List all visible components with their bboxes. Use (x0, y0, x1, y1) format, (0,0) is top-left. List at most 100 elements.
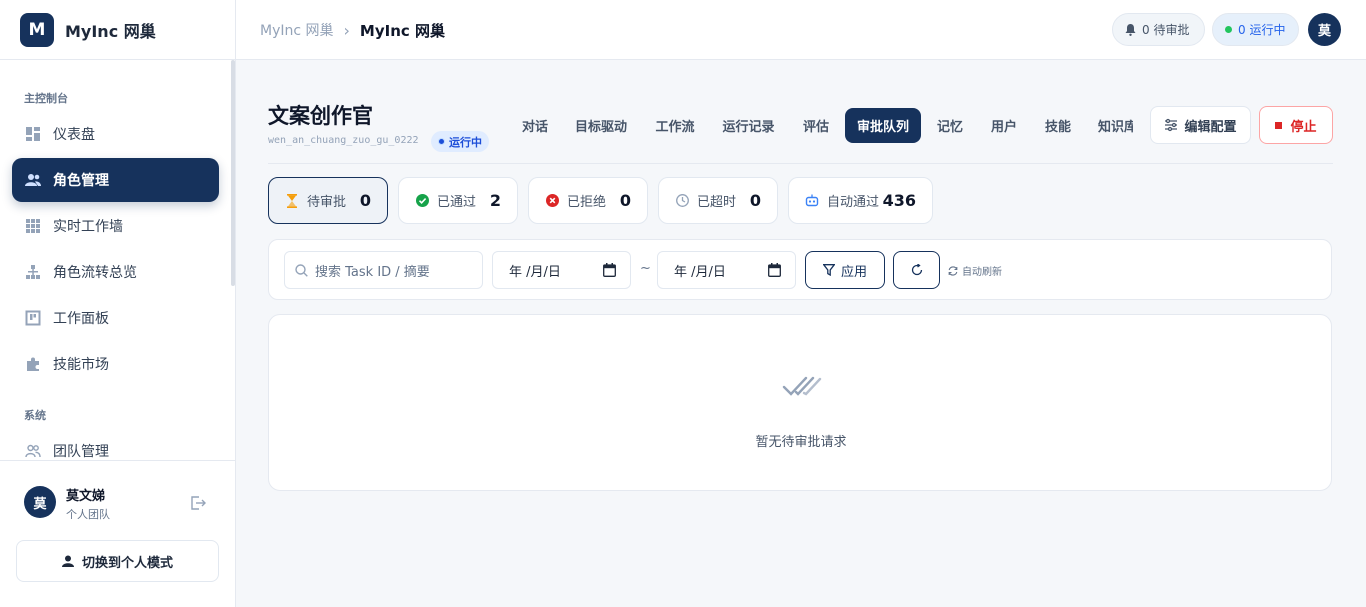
sidebar-item-work-board[interactable]: 工作面板 (12, 296, 219, 340)
stat-label: 待审批 (307, 195, 347, 210)
refresh-icon (911, 264, 923, 276)
agent-title: 文案创作官 (268, 104, 373, 128)
tab-goal-driven[interactable]: 目标驱动 (568, 108, 634, 143)
stop-icon (1275, 121, 1283, 129)
check-circle-icon (415, 194, 429, 208)
tab-evaluation[interactable]: 评估 (796, 108, 836, 143)
stat-pending[interactable]: 待审批 0 (268, 177, 388, 224)
stat-label: 自动通过 (827, 195, 880, 210)
empty-message: 暂无待审批请求 (755, 435, 847, 450)
sidebar-item-label: 角色管理 (53, 173, 109, 189)
auto-refresh-toggle[interactable]: 自动刷新 (948, 263, 1002, 278)
date-from-value: 年 /月/日 (509, 264, 561, 280)
sidebar-nav: 主控制台 仪表盘 角色管理 实时工作墙 角色流转总览 工作面板 技能市场 系统 … (0, 60, 236, 460)
sliders-icon (1164, 118, 1178, 132)
sync-icon (948, 265, 958, 276)
stat-approved[interactable]: 已通过 2 (398, 177, 518, 224)
date-to-input[interactable]: 年 /月/日 (657, 251, 796, 289)
switch-label: 切换到个人模式 (81, 555, 173, 571)
sidebar-item-flow-overview[interactable]: 角色流转总览 (12, 250, 219, 294)
auto-refresh-label: 自动刷新 (962, 267, 1002, 278)
agent-slug: wen_an_chuang_zuo_gu_0222 (268, 135, 419, 146)
sidebar-scrollbar[interactable] (231, 60, 235, 286)
sidebar-item-label: 实时工作墙 (53, 219, 123, 235)
puzzle-icon (25, 356, 41, 372)
date-from-input[interactable]: 年 /月/日 (492, 251, 631, 289)
breadcrumb-current: MyInc 网巢 (359, 21, 446, 40)
refresh-button[interactable] (893, 251, 940, 289)
stat-value: 436 (882, 191, 916, 210)
sidebar-item-skill-market[interactable]: 技能市场 (12, 342, 219, 386)
tab-users[interactable]: 用户 (984, 108, 1024, 143)
breadcrumb-parent[interactable]: MyInc 网巢 (260, 20, 334, 40)
user-area: 莫 莫文娣 个人团队 切换到个人模式 (0, 460, 236, 607)
running-dot-icon (1225, 26, 1232, 33)
user-avatar[interactable]: 莫 (24, 486, 56, 518)
header-divider (268, 163, 1333, 164)
sidebar-item-label: 工作面板 (53, 311, 109, 327)
stat-value: 0 (749, 191, 761, 210)
stat-value: 0 (359, 191, 371, 210)
sidebar-item-live-wall[interactable]: 实时工作墙 (12, 204, 219, 248)
breadcrumb-separator: › (343, 20, 350, 40)
sidebar-item-roles[interactable]: 角色管理 (12, 158, 219, 202)
pending-approvals-pill[interactable]: 0 待审批 (1112, 13, 1205, 46)
users-icon (25, 172, 41, 188)
stat-auto-approved[interactable]: 自动通过 436 (788, 177, 933, 224)
edit-config-label: 编辑配置 (1184, 119, 1237, 135)
tab-run-log[interactable]: 运行记录 (715, 108, 782, 143)
clock-icon (675, 194, 689, 208)
brand[interactable]: M MyInc 网巢 (0, 0, 235, 60)
date-to-value: 年 /月/日 (674, 264, 726, 280)
agent-status-text: 运行中 (449, 135, 482, 149)
brand-name: MyInc 网巢 (65, 21, 156, 41)
brand-logo: M (20, 12, 54, 47)
sidebar-item-team[interactable]: 团队管理 (12, 429, 219, 460)
hourglass-icon (285, 193, 299, 208)
double-check-icon (782, 375, 822, 403)
user-team: 个人团队 (66, 508, 110, 521)
nav-section-main: 主控制台 (24, 92, 68, 105)
stat-value: 0 (619, 191, 631, 210)
x-circle-icon (545, 194, 559, 208)
logout-icon[interactable] (190, 495, 206, 515)
sidebar-item-label: 角色流转总览 (53, 265, 137, 281)
apply-label: 应用 (840, 264, 867, 280)
bell-icon (1125, 23, 1136, 36)
status-dot-icon (438, 138, 445, 145)
stat-timeout[interactable]: 已超时 0 (658, 177, 778, 224)
tab-workflow[interactable]: 工作流 (648, 108, 702, 143)
robot-icon (805, 194, 819, 208)
header-avatar[interactable]: 莫 (1308, 13, 1341, 46)
nav-section-system: 系统 (24, 409, 46, 422)
stat-label: 已通过 (437, 195, 477, 210)
stat-rejected[interactable]: 已拒绝 0 (528, 177, 648, 224)
approval-list-empty: 暂无待审批请求 (268, 314, 1332, 491)
sidebar-item-dashboard[interactable]: 仪表盘 (12, 112, 219, 156)
stat-label: 已超时 (697, 195, 737, 210)
filter-icon (822, 264, 835, 276)
topbar: MyInc 网巢 › MyInc 网巢 0 待审批 0 运行中 莫 (236, 0, 1366, 60)
stop-button[interactable]: 停止 (1259, 106, 1333, 144)
sidebar-item-label: 团队管理 (53, 444, 109, 460)
tab-chat[interactable]: 对话 (512, 108, 558, 143)
search-placeholder: 搜索 Task ID / 摘要 (315, 264, 430, 280)
tab-knowledge[interactable]: 知识库 (1092, 108, 1133, 143)
calendar-icon[interactable] (768, 263, 781, 277)
sidebar-item-label: 技能市场 (53, 357, 109, 373)
tab-approval-queue[interactable]: 审批队列 (845, 108, 921, 143)
stop-label: 停止 (1290, 119, 1317, 135)
running-pill[interactable]: 0 运行中 (1212, 13, 1299, 46)
edit-config-button[interactable]: 编辑配置 (1150, 106, 1251, 144)
user-name: 莫文娣 (66, 489, 106, 504)
calendar-icon[interactable] (603, 263, 616, 277)
apply-filter-button[interactable]: 应用 (805, 251, 885, 289)
grid-icon (25, 218, 41, 234)
tab-skills[interactable]: 技能 (1038, 108, 1078, 143)
dashboard-icon (25, 126, 41, 142)
user-icon (61, 555, 74, 567)
filter-bar: 搜索 Task ID / 摘要 年 /月/日 ~ 年 /月/日 应用 自动刷新 (268, 239, 1332, 300)
search-input[interactable]: 搜索 Task ID / 摘要 (284, 251, 483, 289)
switch-personal-mode-button[interactable]: 切换到个人模式 (16, 540, 219, 582)
tab-memory[interactable]: 记忆 (930, 108, 970, 143)
